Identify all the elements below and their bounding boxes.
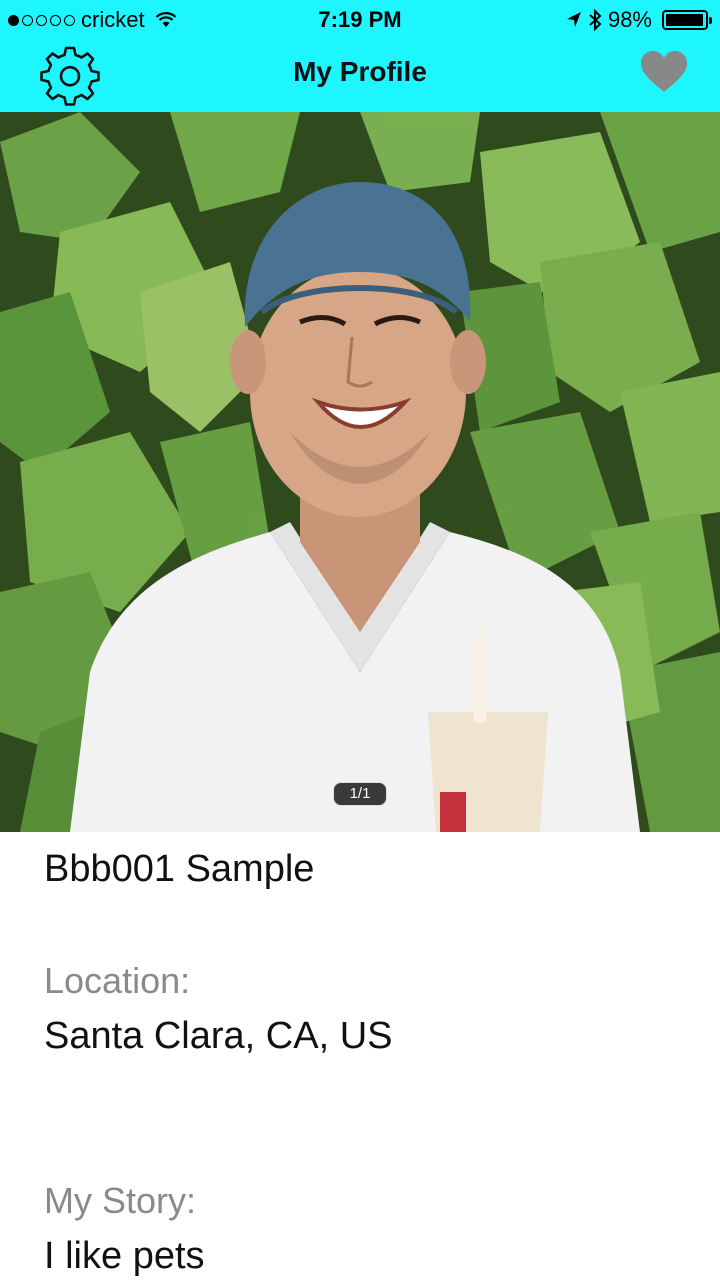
nav-bar: My Profile — [0, 38, 720, 112]
battery-percent: 98% — [607, 7, 652, 32]
photo-counter: 1/1 — [333, 782, 387, 806]
status-right: 98% — [566, 7, 712, 33]
story-value: I like pets — [44, 1235, 205, 1277]
page-title: My Profile — [293, 56, 427, 87]
bluetooth-icon — [589, 9, 602, 31]
location-value: Santa Clara, CA, US — [44, 1015, 393, 1057]
location-label: Location: — [44, 960, 191, 1001]
story-label: My Story: — [44, 1180, 197, 1221]
status-bar: cricket 7:19 PM 98% — [0, 0, 720, 38]
profile-photo-image — [0, 112, 720, 832]
profile-photo[interactable] — [0, 112, 720, 832]
heart-icon[interactable] — [640, 50, 688, 94]
battery-level — [666, 14, 703, 26]
battery-icon — [662, 10, 712, 30]
location-arrow-icon — [566, 12, 581, 27]
profile-name: Bbb001 Sample — [44, 848, 315, 890]
